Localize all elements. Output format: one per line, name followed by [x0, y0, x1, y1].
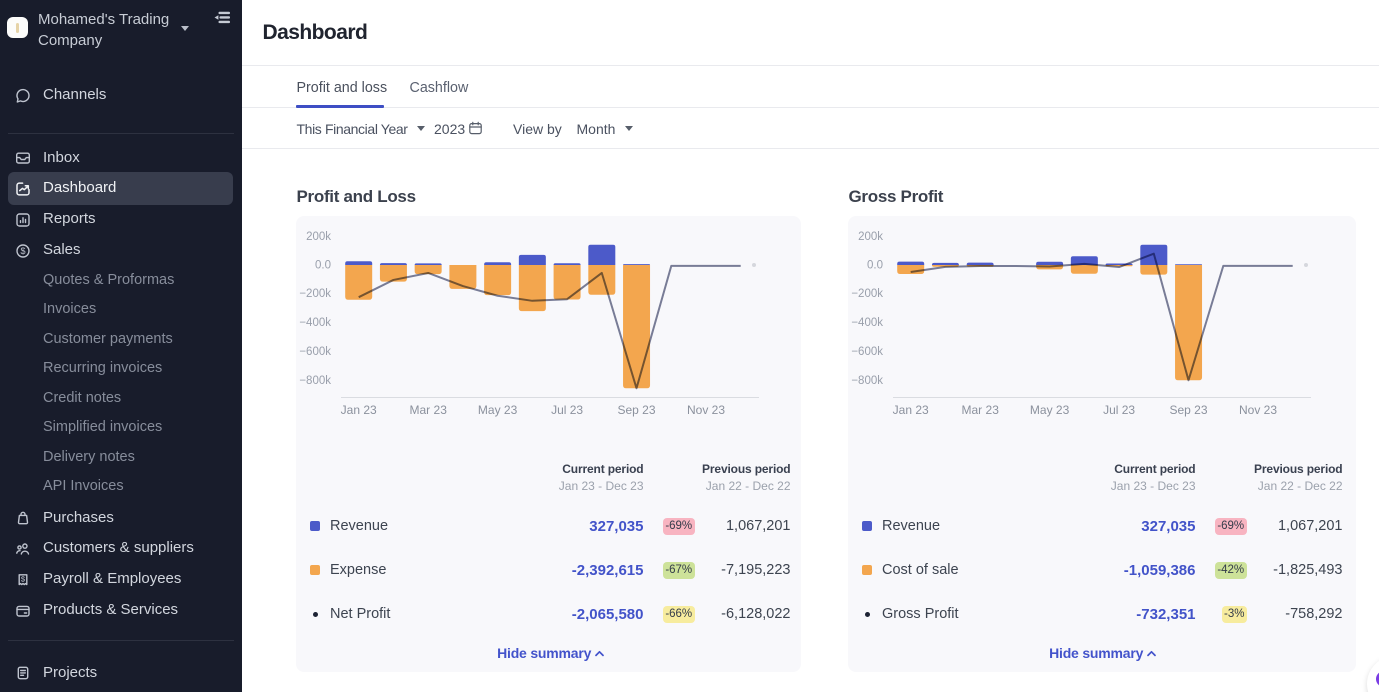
svg-text:−200k: −200k — [299, 288, 331, 300]
svg-text:0.0: 0.0 — [867, 260, 883, 272]
svg-text:Jan 23: Jan 23 — [341, 403, 377, 417]
svg-text:Mar 23: Mar 23 — [410, 403, 448, 417]
svg-text:Nov 23: Nov 23 — [687, 403, 725, 417]
svg-text:−400k: −400k — [851, 317, 883, 329]
svg-text:−800k: −800k — [299, 375, 331, 387]
svg-text:Jul 23: Jul 23 — [1103, 403, 1135, 417]
svg-text:Jan 23: Jan 23 — [893, 403, 929, 417]
svg-text:May 23: May 23 — [478, 403, 518, 417]
svg-text:−600k: −600k — [851, 346, 883, 358]
svg-text:Mar 23: Mar 23 — [962, 403, 1000, 417]
svg-text:−600k: −600k — [299, 346, 331, 358]
svg-text:$: $ — [20, 574, 25, 583]
svg-text:Sep 23: Sep 23 — [1169, 403, 1207, 417]
svg-text:−800k: −800k — [851, 375, 883, 387]
svg-text:−400k: −400k — [299, 317, 331, 329]
svg-text:−200k: −200k — [851, 288, 883, 300]
svg-text:May 23: May 23 — [1030, 403, 1070, 417]
svg-text:Jul 23: Jul 23 — [551, 403, 583, 417]
svg-text:Nov 23: Nov 23 — [1239, 403, 1277, 417]
svg-text:0.0: 0.0 — [315, 260, 331, 272]
svg-text:200k: 200k — [858, 231, 883, 243]
svg-text:$: $ — [20, 246, 25, 256]
svg-text:Sep 23: Sep 23 — [617, 403, 655, 417]
svg-text:200k: 200k — [306, 231, 331, 243]
